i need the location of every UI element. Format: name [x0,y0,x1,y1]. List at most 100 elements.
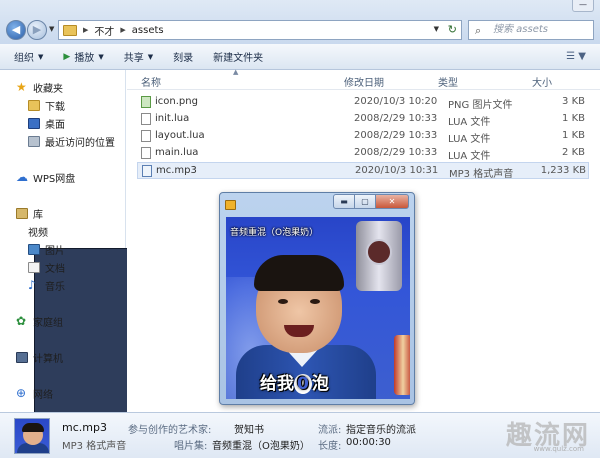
player-close-button[interactable]: ✕ [375,194,409,209]
chevron-right-icon[interactable]: ▶ [120,26,125,34]
nav-label: 网络 [33,390,53,401]
table-row[interactable]: icon.png 2020/10/3 10:20 PNG 图片文件 3 KB [137,94,589,111]
nav-item-music[interactable]: ♪ 音乐 [28,278,65,293]
window-minimize-button[interactable]: — [572,0,594,12]
chevron-down-icon: ▼ [98,52,104,61]
nav-item-favorites[interactable]: ★ 收藏夹 [16,80,63,95]
subtitle-text: 泡 [311,374,329,394]
new-folder-button[interactable]: 新建文件夹 [213,49,263,64]
nav-label: 视频 [28,228,48,239]
nav-item-videos[interactable]: 视频 [28,224,218,430]
subtitle-text: 给我 [260,374,294,394]
mp3-file-icon [142,165,152,177]
address-dropdown-icon[interactable]: ▼ [434,25,439,33]
file-type: LUA 文件 [448,117,491,128]
burn-button[interactable]: 刻录 [173,49,193,64]
organize-label: 组织 [14,53,34,64]
nav-item-downloads[interactable]: 下载 [28,98,65,113]
length-label: 长度: [318,441,342,452]
breadcrumb-current[interactable]: assets [132,25,164,36]
nav-item-wps-cloud[interactable]: ☁ WPS网盘 [16,170,75,185]
album-value[interactable]: 音频重混（O泡果奶） [212,437,310,452]
table-row[interactable]: init.lua 2008/2/29 10:33 LUA 文件 1 KB [137,111,589,128]
video-bottle-graphic [394,335,410,395]
network-icon: ⊕ [16,386,27,400]
column-header-type[interactable]: 类型 [438,74,458,89]
genre-value[interactable]: 指定音乐的流派 [346,421,416,436]
breadcrumb-parent[interactable]: 不才 [94,23,114,38]
nav-item-desktop[interactable]: 桌面 [28,116,65,131]
video-child-eye [310,299,320,304]
table-row[interactable]: layout.lua 2008/2/29 10:33 LUA 文件 1 KB [137,128,589,145]
file-thumbnail [14,418,50,454]
player-minimize-button[interactable]: ▬ [333,194,355,209]
desktop-icon [28,118,40,129]
file-type: MP3 格式声音 [449,169,514,180]
file-date: 2008/2/29 10:33 [354,113,438,124]
thumb-hair [22,423,44,432]
details-pane: mc.mp3 MP3 格式声音 参与创作的艺术家: 贺知书 唱片集: 音频重混（… [0,412,600,458]
back-button[interactable]: ◀ [6,20,26,40]
homegroup-icon: ✿ [16,314,27,328]
file-date: 2008/2/29 10:33 [354,147,438,158]
nav-item-recent[interactable]: 最近访问的位置 [28,134,115,149]
file-date: 2020/10/3 10:20 [354,96,438,107]
nav-item-homegroup[interactable]: ✿ 家庭组 [16,314,63,329]
address-input[interactable]: ▶ 不才 ▶ assets ▼ ↻ [58,20,462,40]
play-label: 播放 [74,53,95,64]
video-child-hair [254,255,344,291]
nav-item-pictures[interactable]: 图片 [28,242,65,257]
file-date: 2008/2/29 10:33 [354,130,438,141]
nav-label: 收藏夹 [33,84,63,95]
column-header-size[interactable]: 大小 [532,74,552,89]
length-value: 00:00:30 [346,437,391,448]
media-player-window[interactable]: ▬ ▢ ✕ 音频重混（O泡果奶） 给我 0 泡 [219,192,415,405]
artist-label: 参与创作的艺术家: [128,425,212,436]
play-button[interactable]: ▶ 播放 ▼ [63,49,104,65]
column-headers: ▲ 名称 修改日期 类型 大小 [127,68,600,90]
nav-label: 计算机 [33,354,63,365]
nav-item-libraries[interactable]: 库 [16,206,43,221]
forward-button[interactable]: ▶ [27,20,47,40]
nav-label: 图片 [45,246,65,257]
video-title-overlay: 音频重混（O泡果奶） [230,228,319,238]
file-name: icon.png [155,96,198,107]
nav-item-network[interactable]: ⊕ 网络 [16,386,53,401]
burn-label: 刻录 [173,53,194,64]
chevron-right-icon[interactable]: ▶ [83,26,88,34]
view-options-icon[interactable]: ☰ ▼ [566,51,586,62]
file-size: 3 KB [562,96,585,107]
details-file-name: mc.mp3 [62,421,107,434]
new-folder-label: 新建文件夹 [213,53,264,64]
table-row[interactable]: main.lua 2008/2/29 10:33 LUA 文件 2 KB [137,145,589,162]
picture-icon [28,244,40,255]
search-input[interactable]: ⌕ 搜索 assets [468,20,594,40]
table-row-selected[interactable]: mc.mp3 2020/10/3 10:31 MP3 格式声音 1,233 KB [137,162,589,180]
recent-places-icon [28,136,40,147]
share-button[interactable]: 共享 ▼ [124,49,153,65]
site-watermark-url: www.qulz.com [533,445,584,453]
column-header-date[interactable]: 修改日期 [344,74,384,89]
column-header-name[interactable]: 名称 [141,74,161,89]
command-toolbar: 组织 ▼ ▶ 播放 ▼ 共享 ▼ 刻录 新建文件夹 ☰ ▼ [0,44,600,70]
nav-label: 音乐 [45,282,65,293]
nav-label: 家庭组 [33,318,63,329]
video-frame[interactable]: 音频重混（O泡果奶） 给我 0 泡 [226,217,410,399]
nav-item-computer[interactable]: 计算机 [16,350,63,365]
library-icon [16,208,28,219]
png-file-icon [141,96,151,108]
nav-label: 最近访问的位置 [45,138,115,149]
organize-button[interactable]: 组织 ▼ [14,49,43,65]
refresh-icon[interactable]: ↻ [448,23,457,36]
nav-item-documents[interactable]: 文档 [28,260,65,275]
player-maximize-button[interactable]: ▢ [354,194,376,209]
artist-value[interactable]: 贺知书 [234,421,264,436]
lua-file-icon [141,147,151,159]
recent-pages-dropdown[interactable]: ▼ [49,25,54,33]
file-type: PNG 图片文件 [448,100,513,111]
album-label: 唱片集: [174,441,208,452]
file-size: 1 KB [562,113,585,124]
navigation-pane: ★ 收藏夹 下载 桌面 最近访问的位置 ☁ WPS网盘 库 视频 图片 文档 ♪… [0,70,218,430]
file-size: 1 KB [562,130,585,141]
sort-indicator-icon: ▲ [233,68,239,76]
